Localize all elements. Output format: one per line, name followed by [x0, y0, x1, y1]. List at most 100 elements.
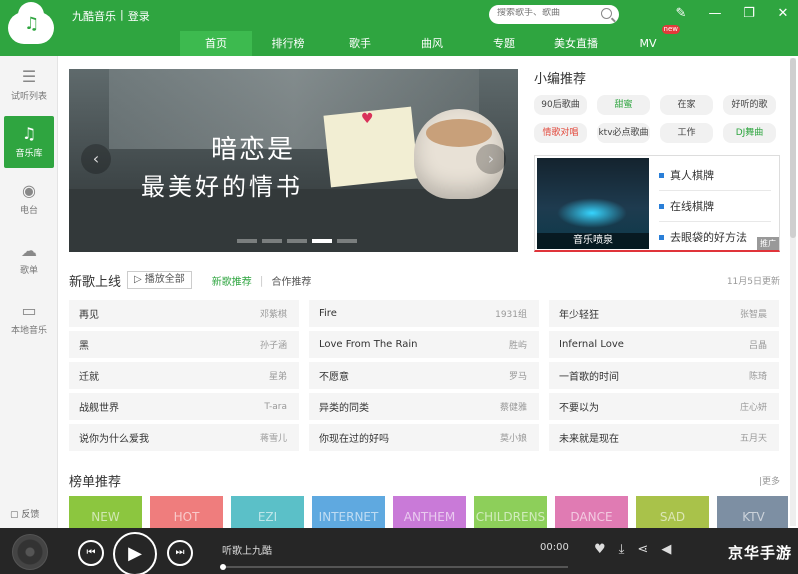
chart-card[interactable]: INTERNET: [312, 496, 385, 528]
minimize-icon[interactable]: —: [708, 6, 722, 21]
song-row[interactable]: 黑 孙子涵: [69, 331, 299, 358]
tab-topics[interactable]: 专题: [468, 31, 540, 56]
feedback-link[interactable]: ▢ 反馈: [10, 507, 39, 520]
song-artist[interactable]: 张智晨: [740, 307, 767, 320]
song-row[interactable]: 你现在过的好吗 莫小娘: [309, 424, 539, 451]
tab-genres[interactable]: 曲风: [396, 31, 468, 56]
song-row[interactable]: 不要以为 庄心妍: [549, 393, 779, 420]
song-artist[interactable]: 五月天: [740, 431, 767, 444]
sidebar-item-local-music[interactable]: ▭ 本地音乐: [0, 290, 58, 348]
volume-icon[interactable]: ◀: [661, 542, 671, 557]
tag-item[interactable]: DJ舞曲: [723, 123, 776, 143]
tab-mv[interactable]: MV new: [612, 25, 684, 56]
chart-card[interactable]: CHILDRENS: [474, 496, 547, 528]
sidebar-item-music-library[interactable]: ♫ 音乐库: [4, 116, 54, 168]
skin-icon[interactable]: ✎: [674, 6, 688, 21]
progress-bar[interactable]: [220, 564, 568, 570]
song-artist[interactable]: 胜屿: [509, 338, 527, 351]
carousel-prev-icon[interactable]: ‹: [81, 144, 111, 174]
chart-card[interactable]: NEW: [69, 496, 142, 528]
promo-link[interactable]: 去眼袋的好方法: [659, 222, 771, 253]
song-artist[interactable]: 庄心妍: [740, 400, 767, 413]
song-row[interactable]: 未来就是现在 五月天: [549, 424, 779, 451]
song-artist[interactable]: 孙子涵: [260, 338, 287, 351]
chart-card[interactable]: SAD: [636, 496, 709, 528]
progress-knob[interactable]: [220, 564, 226, 570]
song-artist[interactable]: 莫小娘: [500, 431, 527, 444]
play-button[interactable]: ▶: [113, 532, 157, 574]
tag-item[interactable]: 甜蜜: [597, 95, 650, 115]
chart-card[interactable]: HOT: [150, 496, 223, 528]
carousel-next-icon[interactable]: ›: [476, 144, 506, 174]
sidebar-item-radio[interactable]: ◉ 电台: [0, 170, 58, 228]
tab-home[interactable]: 首页: [180, 31, 252, 56]
song-artist[interactable]: 蔡健雅: [500, 400, 527, 413]
song-artist[interactable]: 吕晶: [749, 338, 767, 351]
share-icon[interactable]: ⋖: [637, 542, 648, 557]
search-box[interactable]: [489, 5, 619, 24]
song-row[interactable]: 异类的同类 蔡健雅: [309, 393, 539, 420]
tag-item[interactable]: 情歌对唱: [534, 123, 587, 143]
chart-card[interactable]: EZI: [231, 496, 304, 528]
song-artist[interactable]: T-ara: [264, 402, 287, 412]
album-disc-icon[interactable]: [12, 534, 48, 570]
song-artist[interactable]: 邓紫棋: [260, 307, 287, 320]
carousel-dot[interactable]: [237, 239, 257, 243]
chart-card[interactable]: ANTHEM: [393, 496, 466, 528]
tag-item[interactable]: 工作: [660, 123, 713, 143]
song-artist[interactable]: 陈琦: [749, 369, 767, 382]
scrollbar[interactable]: [790, 58, 796, 526]
song-row[interactable]: 迁就 星弟: [69, 362, 299, 389]
tag-item[interactable]: 90后歌曲: [534, 95, 587, 115]
more-link[interactable]: |更多: [759, 474, 780, 487]
tab-charts[interactable]: 排行榜: [252, 31, 324, 56]
promo-link[interactable]: 真人棋牌: [659, 160, 771, 191]
carousel-dot[interactable]: [262, 239, 282, 243]
chart-card[interactable]: KTV: [717, 496, 788, 528]
subtab-partner-recommend[interactable]: 合作推荐: [271, 273, 311, 288]
chart-card[interactable]: DANCE: [555, 496, 628, 528]
tag-item[interactable]: ktv必点歌曲: [597, 123, 650, 143]
banner-carousel[interactable]: ♥ 暗恋是 最美好的情书 ‹ ›: [69, 69, 518, 252]
tag-item[interactable]: 在家: [660, 95, 713, 115]
tab-singers[interactable]: 歌手: [324, 31, 396, 56]
scrollbar-thumb[interactable]: [790, 58, 796, 238]
song-artist[interactable]: 1931组: [495, 307, 527, 320]
song-row[interactable]: 一首歌的时间 陈琦: [549, 362, 779, 389]
heart-icon[interactable]: ♥: [594, 542, 606, 557]
sidebar: ☰ 试听列表 ♫ 音乐库 ◉ 电台 ☁ 歌单 ▭ 本地音乐 ▢ 反馈: [0, 56, 58, 528]
carousel-dot[interactable]: [287, 239, 307, 243]
song-row[interactable]: 再见 邓紫棋: [69, 300, 299, 327]
carousel-dot-active[interactable]: [312, 239, 332, 243]
promo-link[interactable]: 在线棋牌: [659, 191, 771, 222]
bullet-icon: [659, 203, 664, 209]
close-icon[interactable]: ✕: [776, 6, 790, 21]
song-row[interactable]: Fire 1931组: [309, 300, 539, 327]
tag-item[interactable]: 好听的歌: [723, 95, 776, 115]
download-icon[interactable]: ⤓: [619, 542, 625, 557]
next-icon[interactable]: ⏭: [167, 540, 193, 566]
sidebar-item-songlists[interactable]: ☁ 歌单: [0, 230, 58, 288]
subtab-new-recommend[interactable]: 新歌推荐: [212, 273, 252, 288]
play-all-label: 播放全部: [144, 274, 185, 285]
restore-icon[interactable]: ❐: [742, 6, 756, 21]
song-artist[interactable]: 罗马: [509, 369, 527, 382]
sidebar-item-playlist[interactable]: ☰ 试听列表: [0, 56, 58, 114]
fountain-image[interactable]: 音乐喷泉: [537, 158, 649, 249]
login-link[interactable]: 登录: [128, 8, 150, 24]
search-icon[interactable]: [601, 8, 612, 19]
song-row[interactable]: 战舰世界 T-ara: [69, 393, 299, 420]
song-row[interactable]: Love From The Rain 胜屿: [309, 331, 539, 358]
song-row[interactable]: 不愿意 罗马: [309, 362, 539, 389]
tab-live[interactable]: 美女直播: [540, 31, 612, 56]
app-logo[interactable]: ♫: [8, 2, 54, 48]
search-input[interactable]: [497, 8, 597, 18]
play-all-button[interactable]: ▷ 播放全部: [127, 271, 192, 289]
song-artist[interactable]: 蒋雪儿: [260, 431, 287, 444]
song-row[interactable]: Infernal Love 吕晶: [549, 331, 779, 358]
song-row[interactable]: 说你为什么爱我 蒋雪儿: [69, 424, 299, 451]
song-artist[interactable]: 星弟: [269, 369, 287, 382]
carousel-dot[interactable]: [337, 239, 357, 243]
song-row[interactable]: 年少轻狂 张智晨: [549, 300, 779, 327]
previous-icon[interactable]: ⏮: [78, 540, 104, 566]
